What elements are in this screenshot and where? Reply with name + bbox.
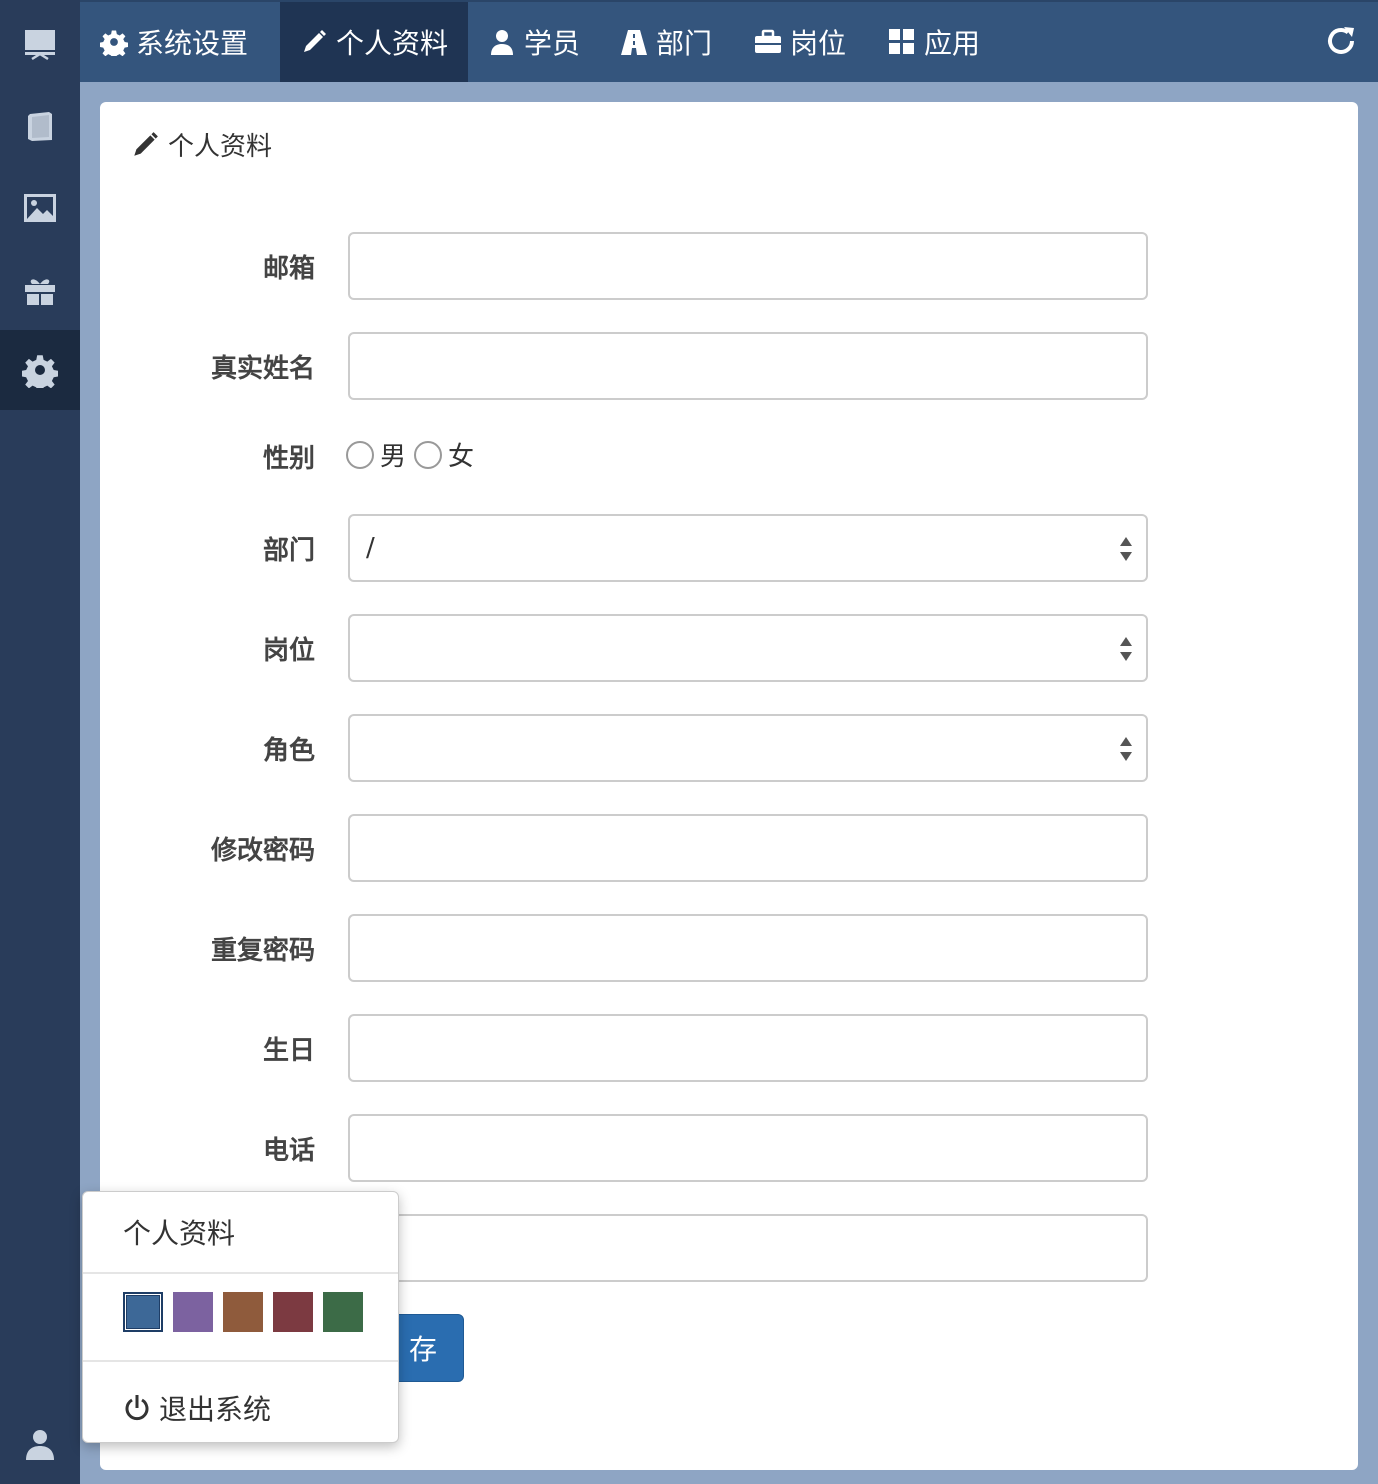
email-field[interactable] <box>348 232 1148 300</box>
sidebar-item-settings[interactable] <box>0 330 80 410</box>
book-icon <box>28 112 52 141</box>
menu-item-profile[interactable]: 个人资料 <box>123 1212 235 1252</box>
gear-icon <box>100 30 128 56</box>
select-arrows-icon <box>1120 637 1132 661</box>
menu-item-logout[interactable]: 退出系统 <box>123 1388 271 1428</box>
theme-swatch-purple[interactable] <box>173 1292 213 1332</box>
birthday-field[interactable] <box>348 1014 1148 1082</box>
phone-field[interactable] <box>348 1114 1148 1182</box>
desktop-icon <box>25 30 55 61</box>
theme-swatch-brown[interactable] <box>223 1292 263 1332</box>
refresh-icon[interactable] <box>1324 24 1358 58</box>
tab-profile[interactable]: 个人资料 <box>280 2 468 82</box>
gender-male-radio[interactable] <box>346 440 374 469</box>
phone-label: 电话 <box>262 1136 315 1166</box>
user-icon <box>26 1430 54 1460</box>
user-icon <box>491 30 513 55</box>
position-label: 岗位 <box>262 636 315 666</box>
birthday-label: 生日 <box>262 1036 315 1066</box>
tab-label: 应用 <box>924 27 981 60</box>
theme-swatch-maroon[interactable] <box>273 1292 313 1332</box>
tab-label: 系统设置 <box>136 27 249 60</box>
road-icon <box>621 30 647 55</box>
theme-swatch-blue[interactable] <box>123 1292 163 1332</box>
position-select[interactable] <box>348 614 1148 682</box>
tab-label: 学员 <box>524 27 581 60</box>
theme-swatch-green[interactable] <box>323 1292 363 1332</box>
tab-label: 岗位 <box>790 27 847 60</box>
sidebar-item-book[interactable] <box>0 86 80 166</box>
menu-divider <box>83 1360 398 1362</box>
tab-label: 部门 <box>656 27 713 60</box>
tab-students[interactable]: 学员 <box>468 2 600 82</box>
menu-divider <box>83 1272 398 1274</box>
password-field[interactable] <box>348 814 1148 882</box>
user-dropdown-menu: 个人资料 退出系统 <box>82 1191 399 1443</box>
gender-radio-group: 男 女 <box>346 436 482 473</box>
picture-icon <box>24 194 56 222</box>
save-button-label: 存 <box>408 1333 437 1366</box>
menu-item-logout-label: 退出系统 <box>159 1393 272 1426</box>
sidebar <box>0 0 80 1484</box>
power-icon <box>125 1395 149 1421</box>
pencil-icon <box>304 30 326 52</box>
grid-icon <box>889 29 914 54</box>
sidebar-item-picture[interactable] <box>0 168 80 248</box>
repeat-password-field[interactable] <box>348 914 1148 982</box>
email-label: 邮箱 <box>262 254 315 284</box>
sidebar-item-gift[interactable] <box>0 250 80 330</box>
sidebar-user[interactable] <box>0 1404 80 1484</box>
realname-field[interactable] <box>348 332 1148 400</box>
gender-male-label: 男 <box>380 442 407 472</box>
dept-select[interactable]: / <box>348 514 1148 582</box>
dept-select-value: / <box>366 533 375 563</box>
repeat-password-label: 重复密码 <box>210 936 315 966</box>
tab-label: 个人资料 <box>336 27 449 60</box>
gear-icon <box>22 355 58 388</box>
pencil-icon <box>134 131 158 156</box>
gender-female-radio[interactable] <box>414 440 443 469</box>
realname-label: 真实姓名 <box>210 354 315 384</box>
tab-departments[interactable]: 部门 <box>600 2 734 82</box>
role-label: 角色 <box>262 736 315 766</box>
tab-system-settings[interactable]: 系统设置 <box>80 2 280 82</box>
tab-applications[interactable]: 应用 <box>868 2 1002 82</box>
select-arrows-icon <box>1120 537 1132 561</box>
role-select[interactable] <box>348 714 1148 782</box>
panel-title-text: 个人资料 <box>168 132 273 162</box>
password-label: 修改密码 <box>210 836 315 866</box>
panel-title: 个人资料 <box>130 126 272 163</box>
dept-label: 部门 <box>262 536 315 566</box>
briefcase-icon <box>755 29 781 53</box>
extra-field[interactable] <box>348 1214 1148 1282</box>
menu-item-profile-label: 个人资料 <box>123 1217 236 1250</box>
gender-label: 性别 <box>262 444 315 474</box>
gender-female-label: 女 <box>448 442 475 472</box>
top-nav: 系统设置 个人资料 学员 部门 岗位 应用 <box>80 0 1378 82</box>
sidebar-item-desktop[interactable] <box>0 4 80 84</box>
gift-icon <box>25 279 55 305</box>
select-arrows-icon <box>1120 737 1132 761</box>
tab-positions[interactable]: 岗位 <box>734 2 868 82</box>
